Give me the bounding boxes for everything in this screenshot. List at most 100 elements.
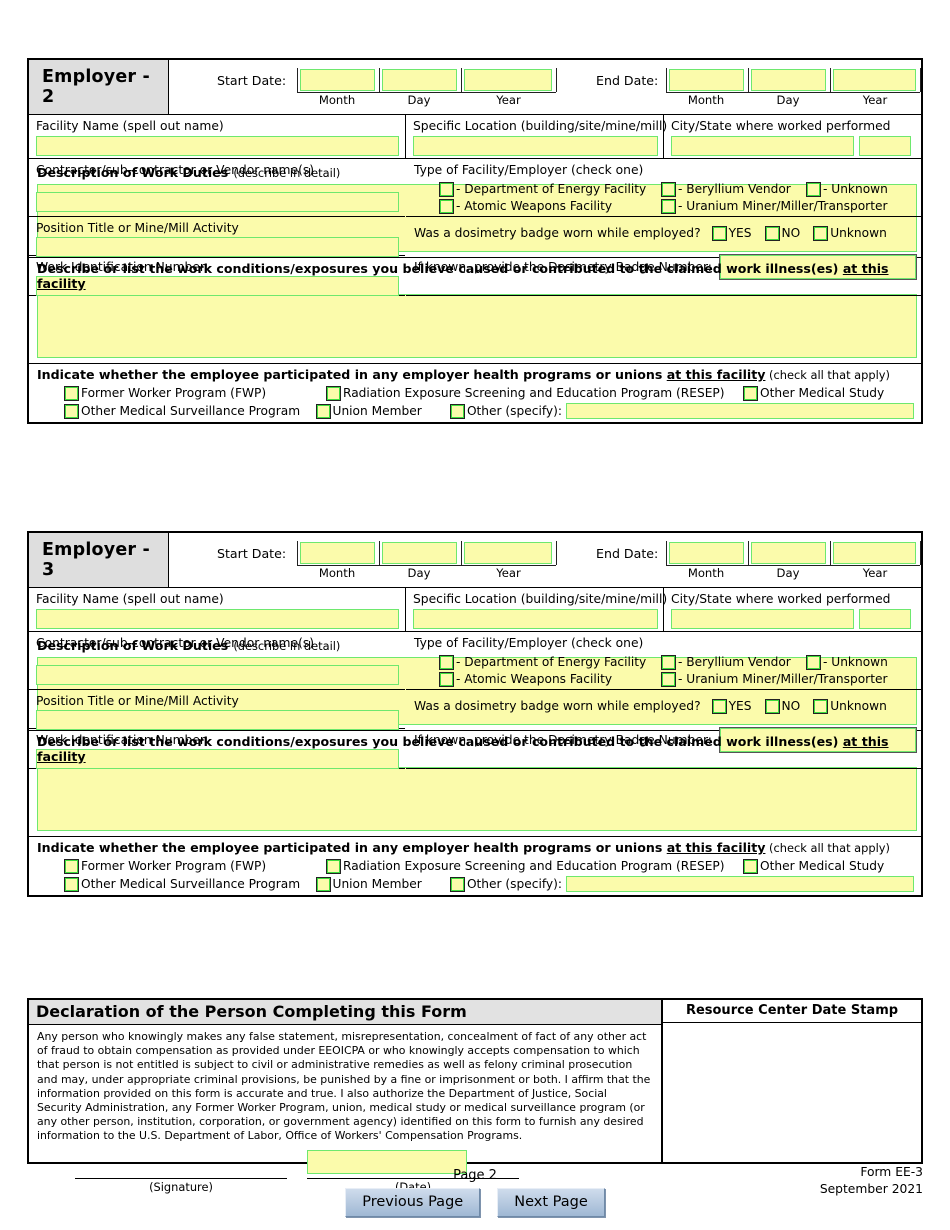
emp3-checkbox-doe-facility[interactable]	[439, 654, 454, 670]
emp2-facility-name-input[interactable]	[36, 136, 399, 157]
emp3-checkbox-unknown-facility[interactable]	[806, 654, 821, 670]
emp3-specific-location-input[interactable]	[413, 609, 658, 630]
emp2-facility-name-cell: Facility Name (spell out name)	[29, 115, 406, 158]
emp2-end-day-input[interactable]	[751, 69, 826, 91]
emp3-end-year-input[interactable]	[833, 542, 916, 564]
next-page-button[interactable]: Next Page	[497, 1188, 605, 1217]
emp2-start-month-caption: Month	[318, 93, 356, 107]
emp2-date-area: Start Date: Month Day Year End Date: Mon…	[169, 60, 921, 114]
emp2-start-day-input[interactable]	[382, 69, 457, 91]
emp2-end-month-input[interactable]	[669, 69, 744, 91]
emp2-checkbox-doe-facility[interactable]	[439, 181, 454, 197]
emp3-specific-location-label: Specific Location (building/site/mine/mi…	[413, 592, 668, 606]
emp3-programs-emphasis: at this facility	[666, 840, 766, 855]
emp2-checkbox-resep[interactable]	[326, 385, 341, 401]
emp2-start-day-caption: Day	[407, 93, 431, 107]
emp2-programs-hint: (check all that apply)	[765, 368, 890, 382]
emp3-facility-name-input[interactable]	[36, 609, 399, 630]
emp3-work-id-input[interactable]	[36, 749, 399, 770]
emp2-checkbox-other-medical-study[interactable]	[743, 385, 758, 401]
emp3-position-title-input[interactable]	[36, 710, 399, 731]
emp3-specific-location-cell: Specific Location (building/site/mine/mi…	[406, 588, 668, 631]
emp3-title: Employer - 3	[42, 540, 150, 580]
emp3-checkbox-uranium[interactable]	[661, 671, 676, 687]
emp2-programs-label: Indicate whether the employee participat…	[37, 367, 914, 382]
emp2-checkbox-other-surveillance[interactable]	[64, 403, 79, 419]
emp2-specific-location-input[interactable]	[413, 136, 658, 157]
emp3-checkbox-beryllium-vendor[interactable]	[661, 654, 676, 670]
emp3-label-uranium: - Uranium Miner/Miller/Transporter	[678, 672, 888, 687]
emp3-start-month-input[interactable]	[300, 542, 375, 564]
emp2-checkbox-fwp[interactable]	[64, 385, 79, 401]
emp2-label-uranium: - Uranium Miner/Miller/Transporter	[678, 199, 888, 214]
emp2-work-id-input[interactable]	[36, 276, 399, 297]
emp3-start-day-input[interactable]	[382, 542, 457, 564]
emp2-dosimetry-question: Was a dosimetry badge worn while employe…	[414, 226, 701, 240]
emp3-checkbox-union-member[interactable]	[315, 876, 331, 892]
emp2-label-dosimetry-unknown: Unknown	[830, 226, 887, 241]
emp2-label-other-surveillance: Other Medical Surveillance Program	[81, 404, 301, 418]
emp3-start-year-input[interactable]	[464, 542, 552, 564]
emp2-start-month-input[interactable]	[300, 69, 375, 91]
emp3-city-input[interactable]	[671, 609, 854, 630]
form-identifier: Form EE-3 September 2021	[820, 1164, 923, 1197]
emp3-checkbox-atomic-weapons[interactable]	[439, 671, 454, 687]
emp2-other-program-input[interactable]	[566, 403, 914, 419]
emp2-start-year-caption: Year	[496, 93, 521, 107]
emp2-work-duties-hint: (describe in detail)	[233, 166, 341, 180]
emp2-checkbox-dosimetry-unknown[interactable]	[813, 225, 829, 241]
emp2-state-input[interactable]	[859, 136, 911, 157]
emp2-label-other-program: Other (specify):	[466, 404, 562, 418]
emp3-label-other-program: Other (specify):	[466, 877, 562, 891]
emp2-conditions-textarea[interactable]	[37, 294, 917, 358]
emp2-header: Employer - 2 Start Date: Month Day Year …	[29, 60, 921, 115]
emp3-state-input[interactable]	[859, 609, 911, 630]
emp2-end-date-label: End Date:	[596, 73, 659, 88]
emp2-dosimetry-cell: Was a dosimetry badge worn while employe…	[406, 217, 922, 296]
emp2-contractor-input[interactable]	[36, 192, 399, 213]
emp2-checkbox-uranium[interactable]	[661, 198, 676, 214]
emp3-end-day-input[interactable]	[751, 542, 826, 564]
emp3-contractor-input[interactable]	[36, 665, 399, 686]
emp2-checkbox-atomic-weapons[interactable]	[439, 198, 454, 214]
emp3-checkbox-dosimetry-no[interactable]	[764, 698, 780, 714]
emp3-facility-name-label: Facility Name (spell out name)	[36, 592, 224, 606]
emp3-checkbox-other-medical-study[interactable]	[743, 858, 758, 874]
emp2-position-title-input[interactable]	[36, 237, 399, 258]
emp3-programs-text: Indicate whether the employee participat…	[37, 840, 667, 855]
previous-page-button[interactable]: Previous Page	[345, 1188, 481, 1217]
emp2-label-doe-facility: - Department of Energy Facility	[456, 182, 647, 197]
emp2-specific-location-cell: Specific Location (building/site/mine/mi…	[406, 115, 667, 158]
emp3-other-program-input[interactable]	[566, 876, 914, 892]
emp2-start-year-input[interactable]	[464, 69, 552, 91]
emp2-checkbox-beryllium-vendor[interactable]	[661, 181, 676, 197]
emp3-conditions-textarea[interactable]	[37, 767, 917, 831]
emp3-end-month-input[interactable]	[669, 542, 744, 564]
emp2-checkbox-union-member[interactable]	[315, 403, 331, 419]
emp2-programs-emphasis: at this facility	[666, 367, 766, 382]
emp3-facility-row: Facility Name (spell out name) Specific …	[29, 588, 921, 632]
emp2-start-date-label: Start Date:	[217, 73, 287, 88]
emp3-label-fwp: Former Worker Program (FWP)	[81, 859, 267, 873]
emp2-city-input[interactable]	[671, 136, 854, 157]
emp3-checkbox-dosimetry-yes[interactable]	[711, 698, 727, 714]
emp2-checkbox-unknown-facility[interactable]	[806, 181, 821, 197]
declaration-left: Declaration of the Person Completing thi…	[29, 1000, 663, 1194]
emp2-label-fwp: Former Worker Program (FWP)	[81, 386, 267, 400]
emp3-checkbox-other-surveillance[interactable]	[64, 876, 79, 892]
emp3-conditions-text: Describe or list the work conditions/exp…	[37, 734, 843, 749]
emp3-checkbox-fwp[interactable]	[64, 858, 79, 874]
emp2-end-year-input[interactable]	[833, 69, 916, 91]
emp3-checkbox-dosimetry-unknown[interactable]	[813, 698, 829, 714]
emp2-checkbox-other-program[interactable]	[449, 403, 465, 419]
emp3-start-year-caption: Year	[496, 566, 521, 580]
emp2-checkbox-dosimetry-yes[interactable]	[711, 225, 727, 241]
emp2-position-title-cell: Position Title or Mine/Mill Activity	[29, 217, 405, 258]
emp3-title-cell: Employer - 3	[29, 533, 169, 587]
page-label: Page 2	[453, 1168, 497, 1183]
emp3-checkbox-resep[interactable]	[326, 858, 341, 874]
emp2-checkbox-dosimetry-no[interactable]	[764, 225, 780, 241]
emp3-label-other-medical-study: Other Medical Study	[760, 859, 885, 873]
emp3-checkbox-other-program[interactable]	[449, 876, 465, 892]
emp3-conditions-section: Describe or list the work conditions/exp…	[29, 731, 921, 837]
